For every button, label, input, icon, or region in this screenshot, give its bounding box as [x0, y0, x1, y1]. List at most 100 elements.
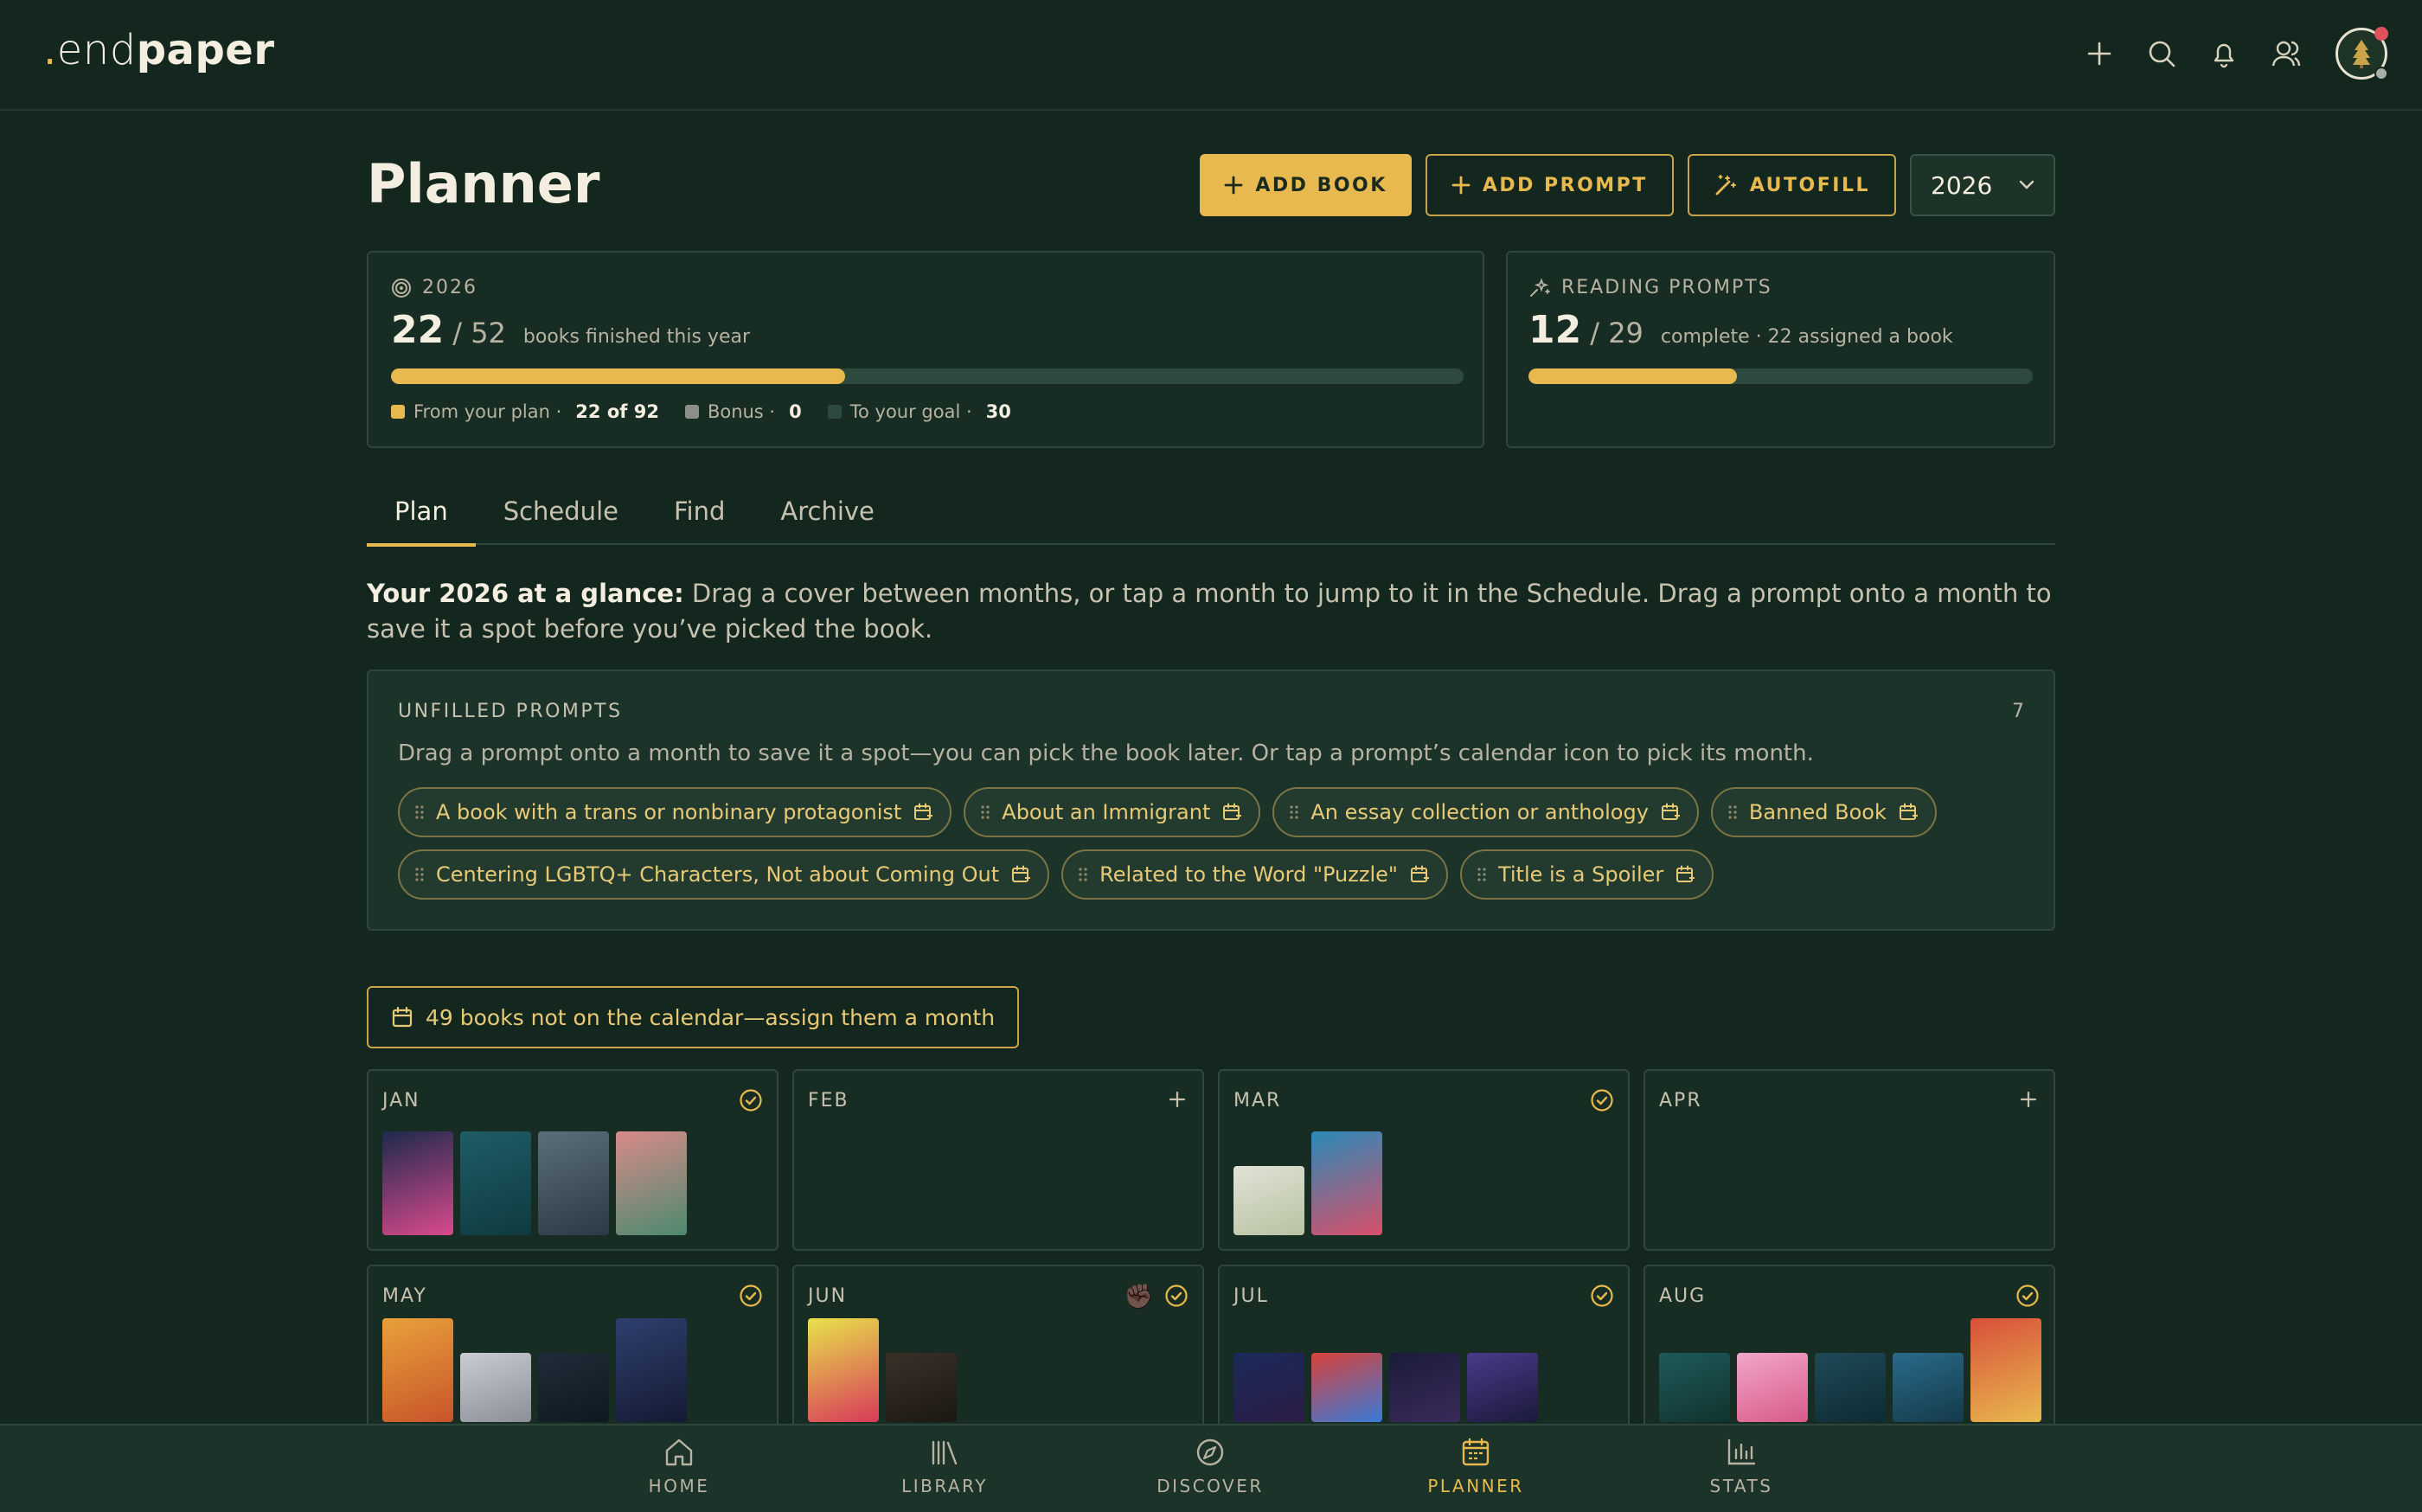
legend-label: To your goal · [849, 401, 972, 422]
month-aug[interactable]: AUG [1644, 1265, 2055, 1438]
tab-plan[interactable]: Plan [367, 486, 476, 547]
tab-schedule[interactable]: Schedule [476, 486, 646, 545]
book-cover[interactable] [1233, 1166, 1304, 1235]
nav-discover[interactable]: DISCOVER [1124, 1438, 1297, 1496]
prompt-chips: A book with a trans or nonbinary protago… [398, 787, 2024, 900]
prompt-chip[interactable]: Banned Book [1710, 787, 1937, 837]
prompt-chip[interactable]: Title is a Spoiler [1459, 849, 1714, 900]
drag-handle-icon[interactable] [1079, 867, 1087, 882]
calendar-add-icon[interactable] [1410, 865, 1429, 884]
month-feb[interactable]: FEB [792, 1069, 1204, 1251]
prompt-chip[interactable]: Related to the Word "Puzzle" [1061, 849, 1448, 900]
calendar-add-icon[interactable] [1011, 865, 1031, 884]
month-mar[interactable]: MAR [1218, 1069, 1630, 1251]
plus-icon[interactable] [2081, 35, 2118, 72]
check-circle-icon[interactable] [1590, 1088, 1614, 1112]
check-circle-icon[interactable] [739, 1284, 763, 1308]
calendar-add-icon[interactable] [1661, 803, 1680, 822]
prompt-chip[interactable]: An essay collection or anthology [1272, 787, 1699, 837]
search-icon[interactable] [2143, 35, 2180, 72]
prompts-caption: complete · 22 assigned a book [1660, 326, 1953, 348]
avatar[interactable] [2336, 27, 2388, 80]
book-cover[interactable] [616, 1131, 687, 1235]
goal-caption: books finished this year [522, 326, 751, 348]
book-cover[interactable] [460, 1131, 531, 1235]
tab-find[interactable]: Find [646, 486, 753, 545]
prompt-chip[interactable]: Centering LGBTQ+ Characters, Not about C… [398, 849, 1050, 900]
bell-icon[interactable] [2206, 35, 2242, 72]
month-label: JUL [1233, 1285, 1269, 1307]
autofill-button[interactable]: AUTOFILL [1687, 154, 1896, 216]
nav-label: LIBRARY [901, 1476, 988, 1496]
book-cover[interactable] [616, 1318, 687, 1422]
book-cover[interactable] [1893, 1353, 1964, 1422]
add-book-button[interactable]: ADD BOOK [1200, 154, 1412, 216]
book-cover[interactable] [1311, 1353, 1382, 1422]
nav-library[interactable]: LIBRARY [858, 1438, 1031, 1496]
check-circle-icon[interactable] [739, 1088, 763, 1112]
unassigned-books-label: 49 books not on the calendar—assign them… [426, 1004, 996, 1030]
add-book-label: ADD BOOK [1255, 174, 1387, 196]
year-select-value: 2026 [1931, 170, 1993, 200]
logo-end: end [56, 26, 137, 74]
add-prompt-button[interactable]: ADD PROMPT [1425, 154, 1674, 216]
book-cover[interactable] [1311, 1131, 1382, 1235]
friends-icon[interactable] [2268, 35, 2304, 72]
drag-handle-icon[interactable] [981, 804, 990, 820]
nav-planner[interactable]: PLANNER [1389, 1438, 1562, 1496]
month-jul[interactable]: JUL [1218, 1265, 1630, 1438]
drag-handle-icon[interactable] [415, 804, 424, 820]
calendar-add-icon[interactable] [1222, 803, 1242, 822]
check-circle-icon[interactable] [1590, 1284, 1614, 1308]
plus-icon[interactable] [2017, 1088, 2040, 1111]
book-cover[interactable] [886, 1353, 957, 1422]
prompt-chip[interactable]: A book with a trans or nonbinary protago… [398, 787, 952, 837]
legend-item: Bonus · 0 [684, 401, 802, 422]
book-cover[interactable] [1389, 1353, 1460, 1422]
header-actions: ADD BOOK ADD PROMPT AUTOFILL 2026 [1200, 154, 2055, 216]
book-cover[interactable] [538, 1131, 609, 1235]
tab-archive[interactable]: Archive [753, 486, 902, 545]
month-label: MAY [382, 1285, 427, 1307]
intro-text: Your 2026 at a glance: Drag a cover betw… [367, 576, 2055, 647]
prompt-chip-label: Centering LGBTQ+ Characters, Not about C… [436, 862, 1000, 887]
month-may[interactable]: MAY [367, 1265, 778, 1438]
book-cover[interactable] [382, 1318, 453, 1422]
unfilled-prompts-description: Drag a prompt onto a month to save it a … [398, 740, 1814, 766]
book-cover[interactable] [1659, 1353, 1730, 1422]
drag-handle-icon[interactable] [1477, 867, 1486, 882]
intro-bold: Your 2026 at a glance: [367, 579, 684, 608]
book-cover[interactable] [1737, 1353, 1808, 1422]
book-cover[interactable] [808, 1318, 879, 1422]
book-cover[interactable] [382, 1131, 453, 1235]
target-icon [392, 278, 411, 298]
check-circle-icon[interactable] [1164, 1284, 1189, 1308]
drag-handle-icon[interactable] [1290, 804, 1298, 820]
drag-handle-icon[interactable] [1728, 804, 1737, 820]
compass-icon [1195, 1438, 1226, 1467]
books-finished-count: 22 [391, 308, 445, 352]
calendar-add-icon[interactable] [913, 803, 933, 822]
unassigned-books-button[interactable]: 49 books not on the calendar—assign them… [367, 986, 1020, 1048]
plus-icon[interactable] [1166, 1088, 1189, 1111]
month-jun[interactable]: JUN ✊🏿 [792, 1265, 1204, 1438]
book-cover[interactable] [1815, 1353, 1886, 1422]
goal-progress-bar [391, 368, 1464, 384]
book-cover[interactable] [1233, 1353, 1304, 1422]
calendar-add-icon[interactable] [1899, 803, 1918, 822]
year-select[interactable]: 2026 [1910, 154, 2055, 216]
app-logo[interactable]: .endpaper [43, 26, 275, 74]
nav-stats[interactable]: STATS [1655, 1438, 1828, 1496]
book-cover[interactable] [460, 1353, 531, 1422]
calendar-add-icon[interactable] [1676, 865, 1695, 884]
month-apr[interactable]: APR [1644, 1069, 2055, 1251]
drag-handle-icon[interactable] [415, 867, 424, 882]
check-circle-icon[interactable] [2015, 1284, 2040, 1308]
nav-home[interactable]: HOME [593, 1438, 766, 1496]
book-cover[interactable] [1467, 1353, 1538, 1422]
book-cover[interactable] [1970, 1318, 2041, 1422]
prompt-chip[interactable]: About an Immigrant [964, 787, 1261, 837]
fist-emoji-icon: ✊🏿 [1124, 1282, 1154, 1310]
month-jan[interactable]: JAN [367, 1069, 778, 1251]
book-cover[interactable] [538, 1353, 609, 1422]
